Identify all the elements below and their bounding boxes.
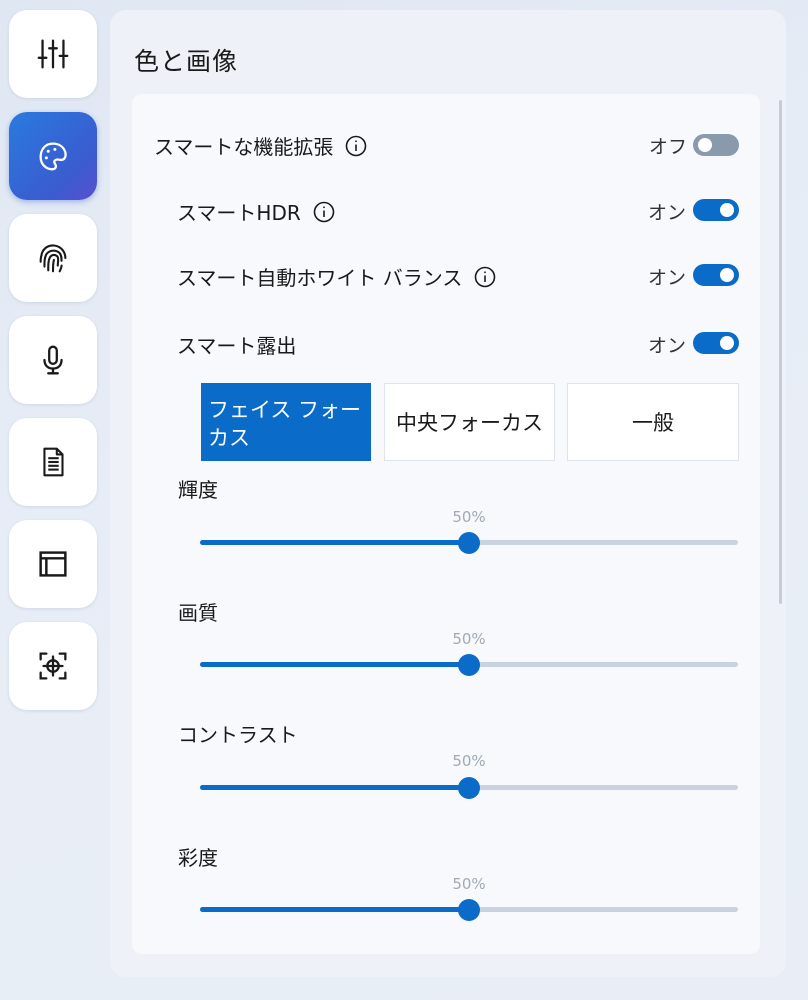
slider-fill — [200, 907, 469, 912]
rail-button-biometrics[interactable] — [9, 214, 97, 302]
rail-button-adjustments[interactable] — [9, 10, 97, 98]
sliders-icon — [37, 39, 69, 69]
slider-track[interactable] — [200, 531, 738, 554]
info-icon[interactable] — [313, 201, 335, 223]
slider-fill — [200, 785, 469, 790]
fingerprint-icon — [39, 244, 67, 273]
slider-label: 画質 — [178, 601, 218, 625]
smart-hdr-toggle[interactable] — [693, 199, 739, 221]
smart-awb-toggle[interactable] — [693, 264, 739, 286]
slider-thumb[interactable] — [458, 653, 480, 676]
smart-awb-row: スマート自動ホワイト バランス — [177, 262, 496, 291]
info-icon[interactable] — [345, 135, 367, 157]
slider-fill — [200, 662, 469, 667]
rail-button-document[interactable] — [9, 418, 97, 506]
smart-hdr-row: スマートHDR — [177, 197, 335, 226]
mode-center-focus-button[interactable]: 中央フォーカス — [384, 383, 555, 461]
toggle-knob — [698, 138, 712, 152]
smart-exposure-state: オン — [648, 335, 687, 357]
rail-button-focus[interactable] — [9, 622, 97, 710]
smart-exposure-toggle[interactable] — [693, 332, 739, 354]
slider-value: 50% — [452, 508, 486, 526]
smart-enhance-label: スマートな機能拡張 — [154, 135, 334, 159]
scrollbar[interactable] — [779, 100, 782, 604]
mode-general-button[interactable]: 一般 — [567, 383, 739, 461]
microphone-icon — [43, 345, 63, 375]
smart-awb-state: オン — [648, 267, 687, 289]
slider-track[interactable] — [200, 653, 738, 676]
rail-button-microphone[interactable] — [9, 316, 97, 404]
smart-enhance-row: スマートな機能拡張 — [154, 131, 367, 160]
toggle-knob — [720, 268, 734, 282]
slider-thumb[interactable] — [458, 531, 480, 554]
rail-button-color-image[interactable] — [9, 112, 97, 200]
smart-awb-label: スマート自動ホワイト バランス — [177, 266, 463, 290]
smart-enhance-state: オフ — [649, 136, 688, 158]
slider-fill — [200, 540, 469, 545]
slider-label: コントラスト — [178, 723, 298, 747]
smart-hdr-state: オン — [648, 202, 687, 224]
slider-label: 輝度 — [178, 478, 218, 502]
slider-label: 彩度 — [178, 846, 218, 870]
toggle-knob — [720, 203, 734, 217]
window-layout-icon — [39, 551, 67, 577]
slider-thumb[interactable] — [458, 898, 480, 921]
slider-value: 50% — [452, 630, 486, 648]
focus-crosshair-icon — [39, 652, 67, 680]
smart-enhance-toggle[interactable] — [693, 134, 739, 156]
slider-track[interactable] — [200, 776, 738, 799]
side-rail — [0, 0, 108, 1000]
slider-value: 50% — [452, 752, 486, 770]
mode-face-focus-button[interactable]: フェイス フォーカス — [201, 383, 371, 461]
slider-track[interactable] — [200, 898, 738, 921]
toggle-knob — [720, 336, 734, 350]
smart-exposure-row: スマート露出 — [177, 330, 296, 359]
info-icon[interactable] — [474, 266, 496, 288]
smart-hdr-label: スマートHDR — [177, 201, 301, 225]
rail-button-layout[interactable] — [9, 520, 97, 608]
page-title: 色と画像 — [134, 47, 239, 76]
document-icon — [43, 447, 64, 477]
smart-exposure-label: スマート露出 — [177, 334, 297, 358]
slider-value: 50% — [452, 875, 486, 893]
palette-icon — [39, 142, 67, 171]
slider-thumb[interactable] — [458, 776, 480, 799]
